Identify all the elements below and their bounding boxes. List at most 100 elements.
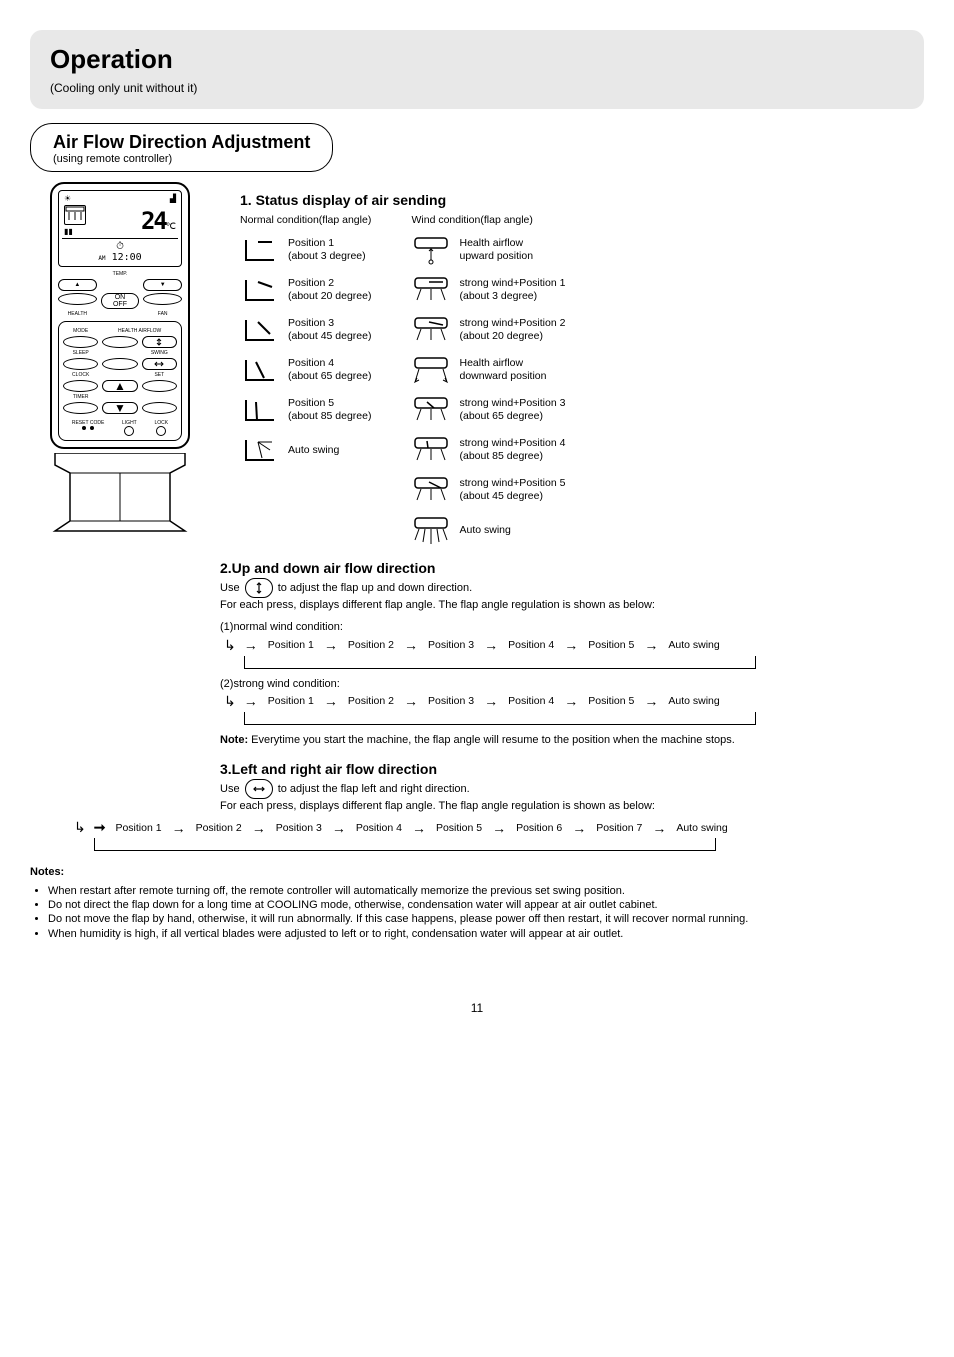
swing-label: SWING bbox=[142, 350, 177, 356]
timer-label: TIMER bbox=[63, 394, 98, 400]
remote-lower-panel: MODE HEALTH AIRFLOW SLEEP SWING bbox=[58, 321, 182, 441]
louver-pos3-icon bbox=[240, 314, 280, 346]
status-col-b-title: Wind condition(flap angle) bbox=[411, 214, 565, 226]
note-3: Do not move the flap by hand, otherwise,… bbox=[48, 912, 924, 926]
blank-button-2[interactable] bbox=[142, 402, 177, 414]
remote-base-illustration bbox=[50, 453, 190, 533]
light-label: LIGHT bbox=[122, 420, 137, 426]
mode-label: MODE bbox=[63, 328, 98, 334]
health-button[interactable] bbox=[58, 293, 97, 305]
lcd-clock-time: 12:00 bbox=[112, 252, 142, 263]
bars-icon: ▮▮ bbox=[64, 227, 86, 236]
remote-illustration: ☀ ▟ ▮▮ 24℃ ⏱ AM bbox=[30, 182, 210, 533]
section-pill: Air Flow Direction Adjustment (using rem… bbox=[30, 123, 333, 172]
section-title: Air Flow Direction Adjustment bbox=[53, 132, 310, 152]
louver-strong-pos4-icon bbox=[411, 434, 451, 466]
status-col-a-title: Normal condition(flap angle) bbox=[240, 214, 371, 226]
clock-label: CLOCK bbox=[63, 372, 98, 378]
louver-autoswing-icon bbox=[240, 434, 280, 466]
louver-strong-pos3-icon bbox=[411, 394, 451, 426]
clock-icon: ⏱ bbox=[116, 241, 124, 252]
down-button[interactable]: ▼ bbox=[102, 402, 137, 414]
updown-line2: For each press, displays different flap … bbox=[220, 598, 924, 612]
temp-up-button[interactable]: ▲ bbox=[58, 279, 97, 291]
louver-b3: strong wind+Position 2 (about 20 degree) bbox=[411, 310, 565, 350]
louver-b7: strong wind+Position 5 (about 45 degree) bbox=[411, 470, 565, 510]
louver-a5: Position 5 (about 85 degree) bbox=[240, 390, 371, 430]
updown-flow2: ↲ →Position 1 →Position 2 →Position 3 →P… bbox=[220, 693, 924, 710]
louver-strong-pos1-icon bbox=[411, 274, 451, 306]
updown-group1: (1)normal wind condition: bbox=[220, 620, 924, 634]
temp-label: TEMP. bbox=[101, 271, 140, 277]
page-subtitle: (Cooling only unit without it) bbox=[50, 81, 904, 95]
updown-heading: 2.Up and down air flow direction bbox=[220, 560, 924, 576]
leftright-line1: Use to adjust the flap left and right di… bbox=[220, 779, 924, 799]
louver-a3: Position 3 (about 45 degree) bbox=[240, 310, 371, 350]
temp-down-button[interactable]: ▼ bbox=[143, 279, 182, 291]
reset-label: RESET CODE bbox=[72, 420, 104, 426]
note-1: When restart after remote turning off, t… bbox=[48, 884, 924, 898]
timer-button[interactable] bbox=[63, 402, 98, 414]
status-heading: 1. Status display of air sending bbox=[240, 192, 924, 208]
notes-block: Notes: When restart after remote turning… bbox=[30, 865, 924, 940]
louver-pos5-icon bbox=[240, 394, 280, 426]
set-label: SET bbox=[142, 372, 177, 378]
remote-lcd: ☀ ▟ ▮▮ 24℃ ⏱ AM bbox=[58, 190, 182, 267]
louver-pos2-icon bbox=[240, 274, 280, 306]
fan-button[interactable] bbox=[143, 293, 182, 305]
sleep-button[interactable] bbox=[63, 358, 98, 370]
page-title: Operation bbox=[50, 44, 904, 75]
swing-horiz-button[interactable] bbox=[142, 358, 177, 370]
section-sub: (using remote controller) bbox=[53, 153, 310, 165]
louver-pos1-icon bbox=[240, 234, 280, 266]
lcd-temp: 24 bbox=[141, 207, 166, 235]
leftright-heading: 3.Left and right air flow direction bbox=[220, 761, 924, 777]
clock-button[interactable] bbox=[63, 380, 98, 392]
fan-label: FAN bbox=[143, 311, 182, 317]
louver-b6: strong wind+Position 4 (about 85 degree) bbox=[411, 430, 565, 470]
louver-a1: Position 1 (about 3 degree) bbox=[240, 230, 371, 270]
health-label: HEALTH bbox=[58, 311, 97, 317]
louver-b2: strong wind+Position 1 (about 3 degree) bbox=[411, 270, 565, 310]
louver-health-up-icon bbox=[411, 234, 451, 266]
signal-icon: ▟ bbox=[170, 194, 176, 203]
health-airflow-button[interactable] bbox=[102, 336, 137, 348]
updown-flow1: ↲ →Position 1 →Position 2 →Position 3 →P… bbox=[220, 637, 924, 654]
code-pinhole[interactable] bbox=[90, 426, 94, 430]
louver-a4: Position 4 (about 65 degree) bbox=[240, 350, 371, 390]
louver-health-down-icon bbox=[411, 354, 451, 386]
sleep-label: SLEEP bbox=[63, 350, 98, 356]
louver-b1: Health airflow upward position bbox=[411, 230, 565, 270]
louver-b4: Health airflow downward position bbox=[411, 350, 565, 390]
health-airflow-label: HEALTH AIRFLOW bbox=[102, 328, 177, 334]
note-2: Do not direct the flap down for a long t… bbox=[48, 898, 924, 912]
louver-strong-pos2-icon bbox=[411, 314, 451, 346]
reset-pinhole[interactable] bbox=[82, 426, 86, 430]
mode-button[interactable] bbox=[63, 336, 98, 348]
louver-strong-pos5-icon bbox=[411, 474, 451, 506]
louver-mini-icon bbox=[64, 205, 86, 225]
louver-pos4-icon bbox=[240, 354, 280, 386]
header-banner: Operation (Cooling only unit without it) bbox=[30, 30, 924, 109]
leftright-flow: ↲ ➞Position 1 →Position 2 →Position 3 →P… bbox=[70, 819, 924, 836]
louver-b8: Auto swing bbox=[411, 510, 565, 550]
sun-icon: ☀ bbox=[64, 194, 71, 203]
updown-note: Note: Everytime you start the machine, t… bbox=[220, 733, 924, 747]
blank-button-1[interactable] bbox=[102, 358, 137, 370]
lcd-clock-ampm: AM bbox=[98, 255, 105, 262]
louver-b5: strong wind+Position 3 (about 65 degree) bbox=[411, 390, 565, 430]
louver-a2: Position 2 (about 20 degree) bbox=[240, 270, 371, 310]
set-button[interactable] bbox=[142, 380, 177, 392]
louver-strong-autoswing-icon bbox=[411, 514, 451, 546]
lcd-temp-unit: ℃ bbox=[166, 221, 176, 231]
leftright-line2: For each press, displays different flap … bbox=[220, 799, 924, 813]
updown-group2: (2)strong wind condition: bbox=[220, 677, 924, 691]
lock-button[interactable] bbox=[156, 426, 166, 436]
swing-vert-button[interactable] bbox=[142, 336, 177, 348]
on-off-button[interactable]: ON OFF bbox=[101, 293, 140, 309]
note-4: When humidity is high, if all vertical b… bbox=[48, 927, 924, 941]
light-button[interactable] bbox=[124, 426, 134, 436]
swing-vertical-button-icon bbox=[245, 578, 273, 598]
up-button[interactable]: ▲ bbox=[102, 380, 137, 392]
swing-horizontal-button-icon bbox=[245, 779, 273, 799]
